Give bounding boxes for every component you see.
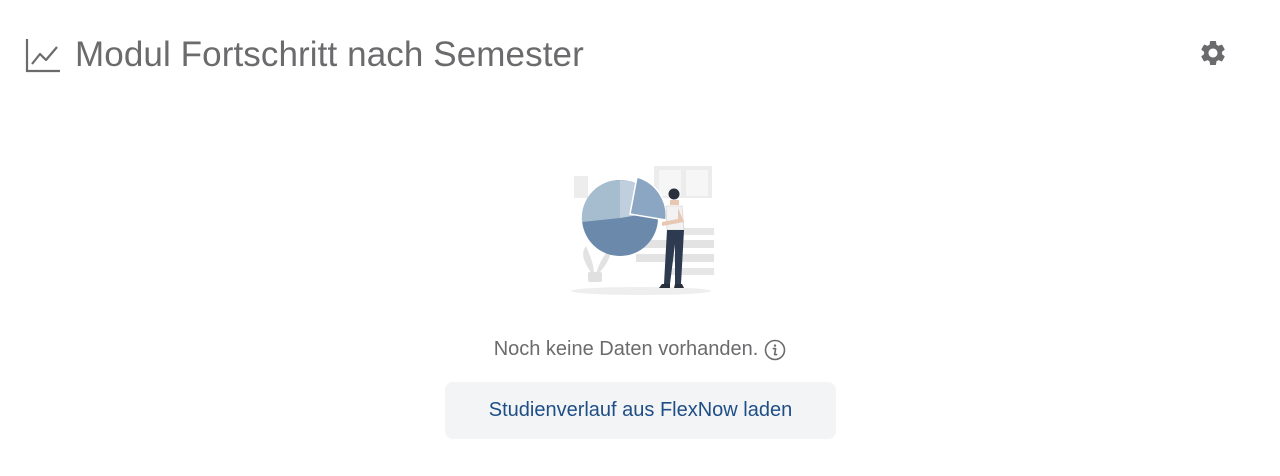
- load-from-flexnow-button[interactable]: Studienverlauf aus FlexNow laden: [445, 382, 836, 439]
- empty-state-message: Noch keine Daten vorhanden.: [493, 338, 759, 360]
- gear-icon: [1198, 38, 1228, 73]
- page-title: Modul Fortschritt nach Semester: [75, 35, 584, 74]
- card-header: Modul Fortschritt nach Semester: [24, 32, 1240, 78]
- info-icon[interactable]: [764, 339, 786, 361]
- line-chart-icon: [24, 36, 62, 74]
- empty-state-message-row: Noch keine Daten vorhanden.: [0, 338, 1280, 361]
- settings-button[interactable]: [1196, 38, 1230, 72]
- person-holding-pie-chart-illustration: [566, 162, 716, 298]
- module-progress-card: Modul Fortschritt nach Semester Noch kei…: [0, 0, 1280, 476]
